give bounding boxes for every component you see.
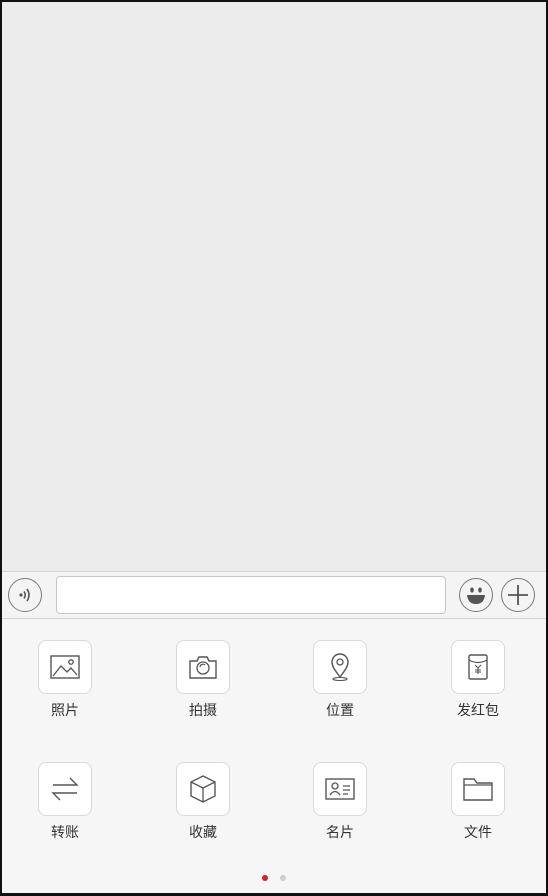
camera-icon [189, 656, 217, 679]
file-label: 文件 [464, 825, 492, 841]
input-bar [2, 571, 546, 619]
file-icon [463, 778, 493, 801]
favorites-label: 收藏 [189, 825, 217, 841]
favorites-icon [190, 775, 216, 803]
red-packet-icon [468, 654, 488, 680]
page-indicator [2, 873, 546, 883]
attachment-panel: 照片 拍摄 位置 发红包 转账 收藏 名片 文件 [2, 619, 546, 893]
message-list[interactable] [2, 2, 546, 571]
photo-button[interactable]: 照片 [25, 640, 105, 750]
more-button[interactable] [501, 578, 535, 612]
contact-card-label: 名片 [326, 825, 354, 841]
red-packet-label: 发红包 [457, 703, 499, 719]
file-button[interactable]: 文件 [438, 762, 518, 872]
favorites-tile [176, 762, 230, 816]
photo-icon [50, 655, 80, 679]
chat-screen: 照片 拍摄 位置 发红包 转账 收藏 名片 文件 [2, 2, 546, 893]
location-button[interactable]: 位置 [300, 640, 380, 750]
location-tile [313, 640, 367, 694]
transfer-label: 转账 [51, 825, 79, 841]
emoji-button[interactable] [459, 578, 493, 612]
voice-button[interactable] [8, 578, 42, 612]
contact-card-icon [325, 778, 355, 800]
transfer-icon [51, 777, 79, 801]
favorites-button[interactable]: 收藏 [163, 762, 243, 872]
location-label: 位置 [326, 703, 354, 719]
emoji-icon [467, 587, 485, 604]
photo-label: 照片 [51, 703, 79, 719]
message-input[interactable] [56, 576, 446, 614]
camera-label: 拍摄 [189, 703, 217, 719]
location-icon [331, 653, 349, 682]
transfer-tile [38, 762, 92, 816]
red-packet-tile [451, 640, 505, 694]
contact-card-tile [313, 762, 367, 816]
photo-tile [38, 640, 92, 694]
voice-icon [19, 588, 30, 602]
page-dot-2[interactable] [280, 875, 286, 881]
file-tile [451, 762, 505, 816]
red-packet-button[interactable]: 发红包 [438, 640, 518, 750]
transfer-button[interactable]: 转账 [25, 762, 105, 872]
camera-tile [176, 640, 230, 694]
contact-card-button[interactable]: 名片 [300, 762, 380, 872]
camera-button[interactable]: 拍摄 [163, 640, 243, 750]
page-dot-1[interactable] [262, 875, 268, 881]
plus-icon [508, 585, 528, 605]
